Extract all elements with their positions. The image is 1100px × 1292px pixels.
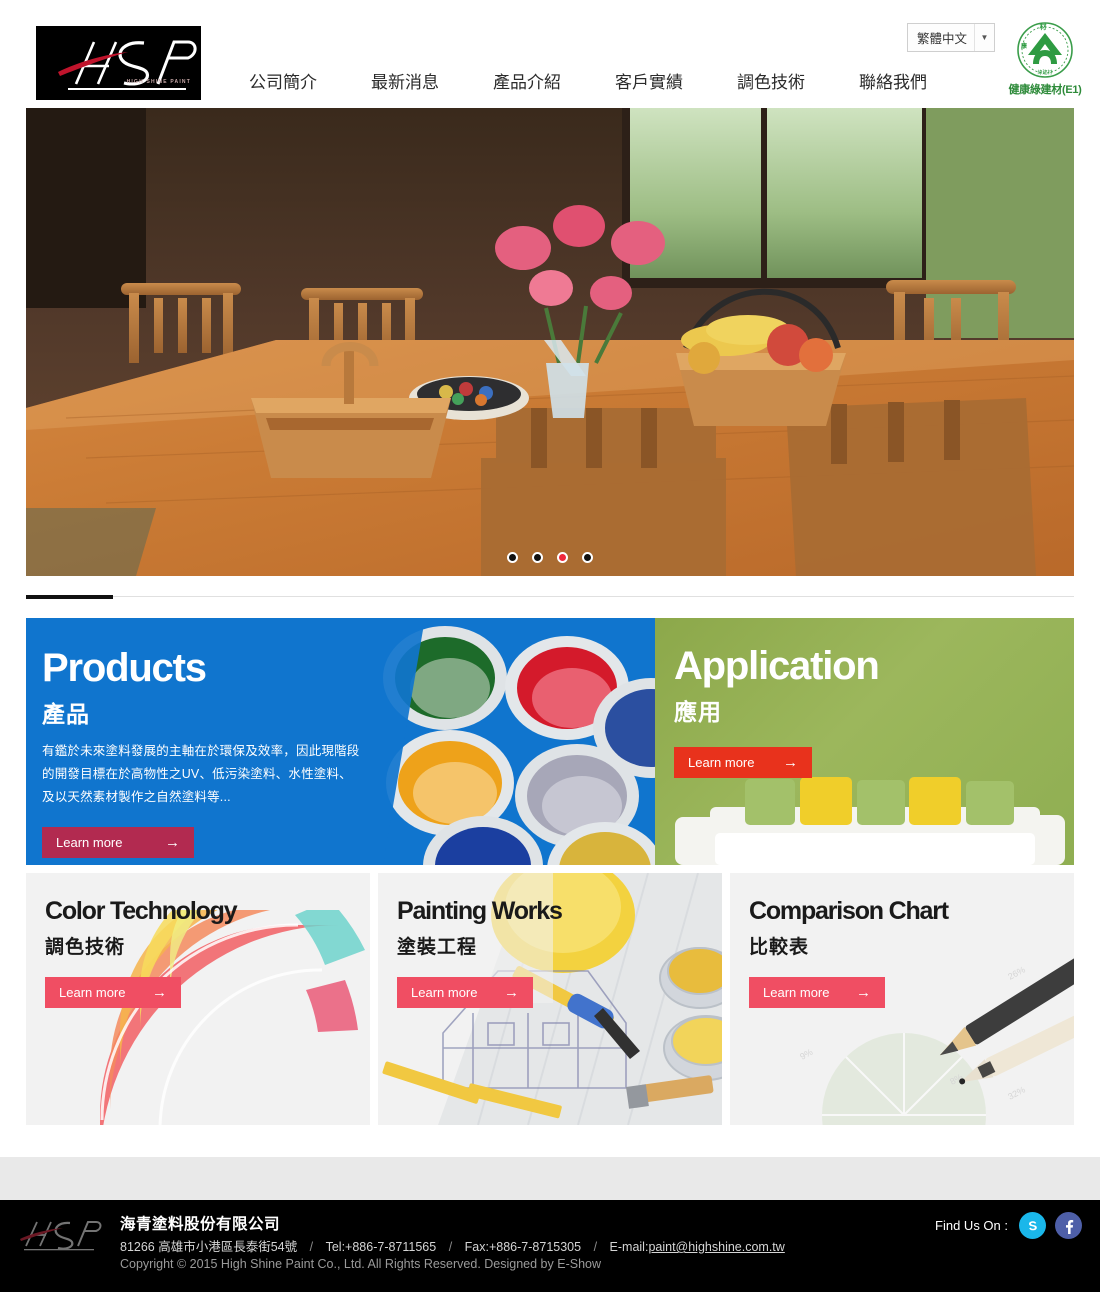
card-products[interactable]: Products 產品 有鑑於未來塗料發展的主軸在於環保及效率，因此現階段的開發…: [26, 618, 655, 865]
footer-company-name: 海青塗料股份有限公司: [120, 1216, 281, 1233]
footer-contact-line: 81266 高雄市小港區長泰街54號 / Tel:+886-7-8711565 …: [120, 1236, 785, 1255]
card-comparison-chart-title-en: Comparison Chart: [749, 897, 949, 925]
site-header: HIGH SHINE PAINT 公司簡介 最新消息 產品介紹 客戶實績 調色技…: [0, 0, 1100, 108]
footer-fax: Fax:+886-7-8715305: [464, 1240, 582, 1254]
card-products-description: 有鑑於未來塗料發展的主軸在於環保及效率，因此現階段的開發目標在於高物性之UV、低…: [42, 744, 360, 805]
hero-carousel[interactable]: [26, 108, 1074, 576]
hero-slide-image: [26, 108, 1074, 576]
footer-tel: Tel:+886-7-8711565: [325, 1240, 437, 1254]
carousel-dot-1[interactable]: [507, 552, 518, 563]
card-comparison-chart-learn-more-button[interactable]: Learn more →: [749, 977, 885, 1008]
card-application-title-zh: 應用: [674, 699, 722, 725]
card-comparison-chart[interactable]: 9% 8% 26% 32% Comparison Chart 比較表 Learn…: [730, 873, 1074, 1125]
button-label: Learn more: [688, 755, 755, 770]
site-logo[interactable]: HIGH SHINE PAINT: [36, 26, 201, 100]
card-painting-works[interactable]: Painting Works 塗裝工程 Learn more →: [378, 873, 722, 1125]
footer-email-label: E-mail:: [609, 1240, 649, 1254]
button-label: Learn more: [56, 835, 123, 851]
nav-item-clients[interactable]: 客戶實績: [588, 70, 710, 96]
button-label: Learn more: [411, 985, 478, 1000]
nav-item-company[interactable]: 公司簡介: [222, 70, 344, 96]
button-label: Learn more: [59, 985, 126, 1000]
separator-1: /: [309, 1240, 314, 1254]
chevron-down-icon: ▼: [974, 24, 994, 51]
separator-2: /: [448, 1240, 453, 1254]
card-application[interactable]: Application 應用 Learn more →: [655, 618, 1074, 865]
footer-logo-icon: [20, 1221, 102, 1251]
nav-item-news[interactable]: 最新消息: [344, 70, 466, 96]
carousel-dot-4[interactable]: [582, 552, 593, 563]
hsp-logo-icon: [36, 26, 201, 100]
card-color-technology-title-zh: 調色技術: [45, 937, 126, 958]
section-divider: [26, 595, 1074, 599]
card-application-title-en: Application: [674, 644, 880, 688]
nav-item-products[interactable]: 產品介紹: [466, 70, 588, 96]
footer-address: 81266 高雄市小港區長泰街54號: [120, 1240, 298, 1254]
nav-item-color-technology[interactable]: 調色技術: [710, 70, 832, 96]
footer-copyright: Copyright © 2015 High Shine Paint Co., L…: [120, 1257, 601, 1271]
language-selected-value: 繁體中文: [917, 32, 968, 46]
facebook-glyph: [1065, 1219, 1073, 1234]
button-label: Learn more: [763, 985, 830, 1000]
feature-cards-row-top: Products 產品 有鑑於未來塗料發展的主軸在於環保及效率，因此現階段的開發…: [26, 618, 1074, 865]
footer-email-link[interactable]: paint@highshine.com.tw: [648, 1240, 784, 1254]
card-comparison-chart-title-zh: 比較表: [749, 937, 810, 958]
arrow-right-icon: →: [783, 754, 798, 771]
arrow-right-icon: →: [504, 984, 519, 1001]
language-selector[interactable]: 繁體中文 ▼: [907, 23, 995, 52]
find-us-label: Find Us On :: [935, 1218, 1008, 1233]
main-navigation: 公司簡介 最新消息 產品介紹 客戶實績 調色技術 聯絡我們: [222, 70, 954, 96]
card-color-technology-title-en: Color Technology: [45, 897, 238, 925]
card-products-title-en: Products: [42, 646, 207, 690]
card-painting-works-learn-more-button[interactable]: Learn more →: [397, 977, 533, 1008]
nav-item-contact[interactable]: 聯絡我們: [832, 70, 954, 96]
separator-3: /: [593, 1240, 598, 1254]
divider-line: [26, 596, 1074, 597]
feature-cards-row-bottom: Color Technology 調色技術 Learn more → Paint…: [26, 873, 1074, 1125]
arrow-right-icon: →: [165, 834, 180, 852]
card-products-title-zh: 產品: [42, 701, 90, 727]
logo-subtitle: HIGH SHINE PAINT: [126, 79, 191, 85]
svg-text:材: 材: [1039, 22, 1047, 31]
arrow-right-icon: →: [152, 984, 167, 1001]
footer-spacer-band: [0, 1157, 1100, 1200]
feature-cards-section: Products 產品 有鑑於未來塗料發展的主軸在於環保及效率，因此現階段的開發…: [26, 618, 1074, 1125]
facebook-icon[interactable]: [1055, 1212, 1082, 1239]
card-products-learn-more-button[interactable]: Learn more →: [42, 827, 194, 859]
svg-text:綠建材: 綠建材: [1037, 69, 1052, 76]
carousel-dot-2[interactable]: [532, 552, 543, 563]
card-color-technology[interactable]: Color Technology 調色技術 Learn more →: [26, 873, 370, 1125]
card-painting-works-title-zh: 塗裝工程: [397, 937, 478, 958]
eco-badge-caption: 健康綠建材(E1): [1008, 84, 1082, 96]
card-application-learn-more-button[interactable]: Learn more →: [674, 747, 812, 778]
eco-certification-badge[interactable]: 材 康 綠建材 健康綠建材(E1): [1002, 20, 1088, 97]
social-links: Find Us On :: [935, 1212, 1082, 1239]
skype-icon[interactable]: [1019, 1212, 1046, 1239]
svg-text:康: 康: [1020, 42, 1028, 50]
divider-accent-bar: [26, 595, 113, 599]
arrow-right-icon: →: [856, 984, 871, 1001]
carousel-dot-3[interactable]: [557, 552, 568, 563]
card-painting-works-title-en: Painting Works: [397, 897, 563, 925]
green-building-material-icon: 材 康 綠建材: [1017, 22, 1073, 78]
card-color-technology-learn-more-button[interactable]: Learn more →: [45, 977, 181, 1008]
skype-glyph: [1024, 1217, 1041, 1234]
carousel-dots[interactable]: [26, 552, 1074, 563]
site-footer: 海青塗料股份有限公司 81266 高雄市小港區長泰街54號 / Tel:+886…: [0, 1200, 1100, 1292]
